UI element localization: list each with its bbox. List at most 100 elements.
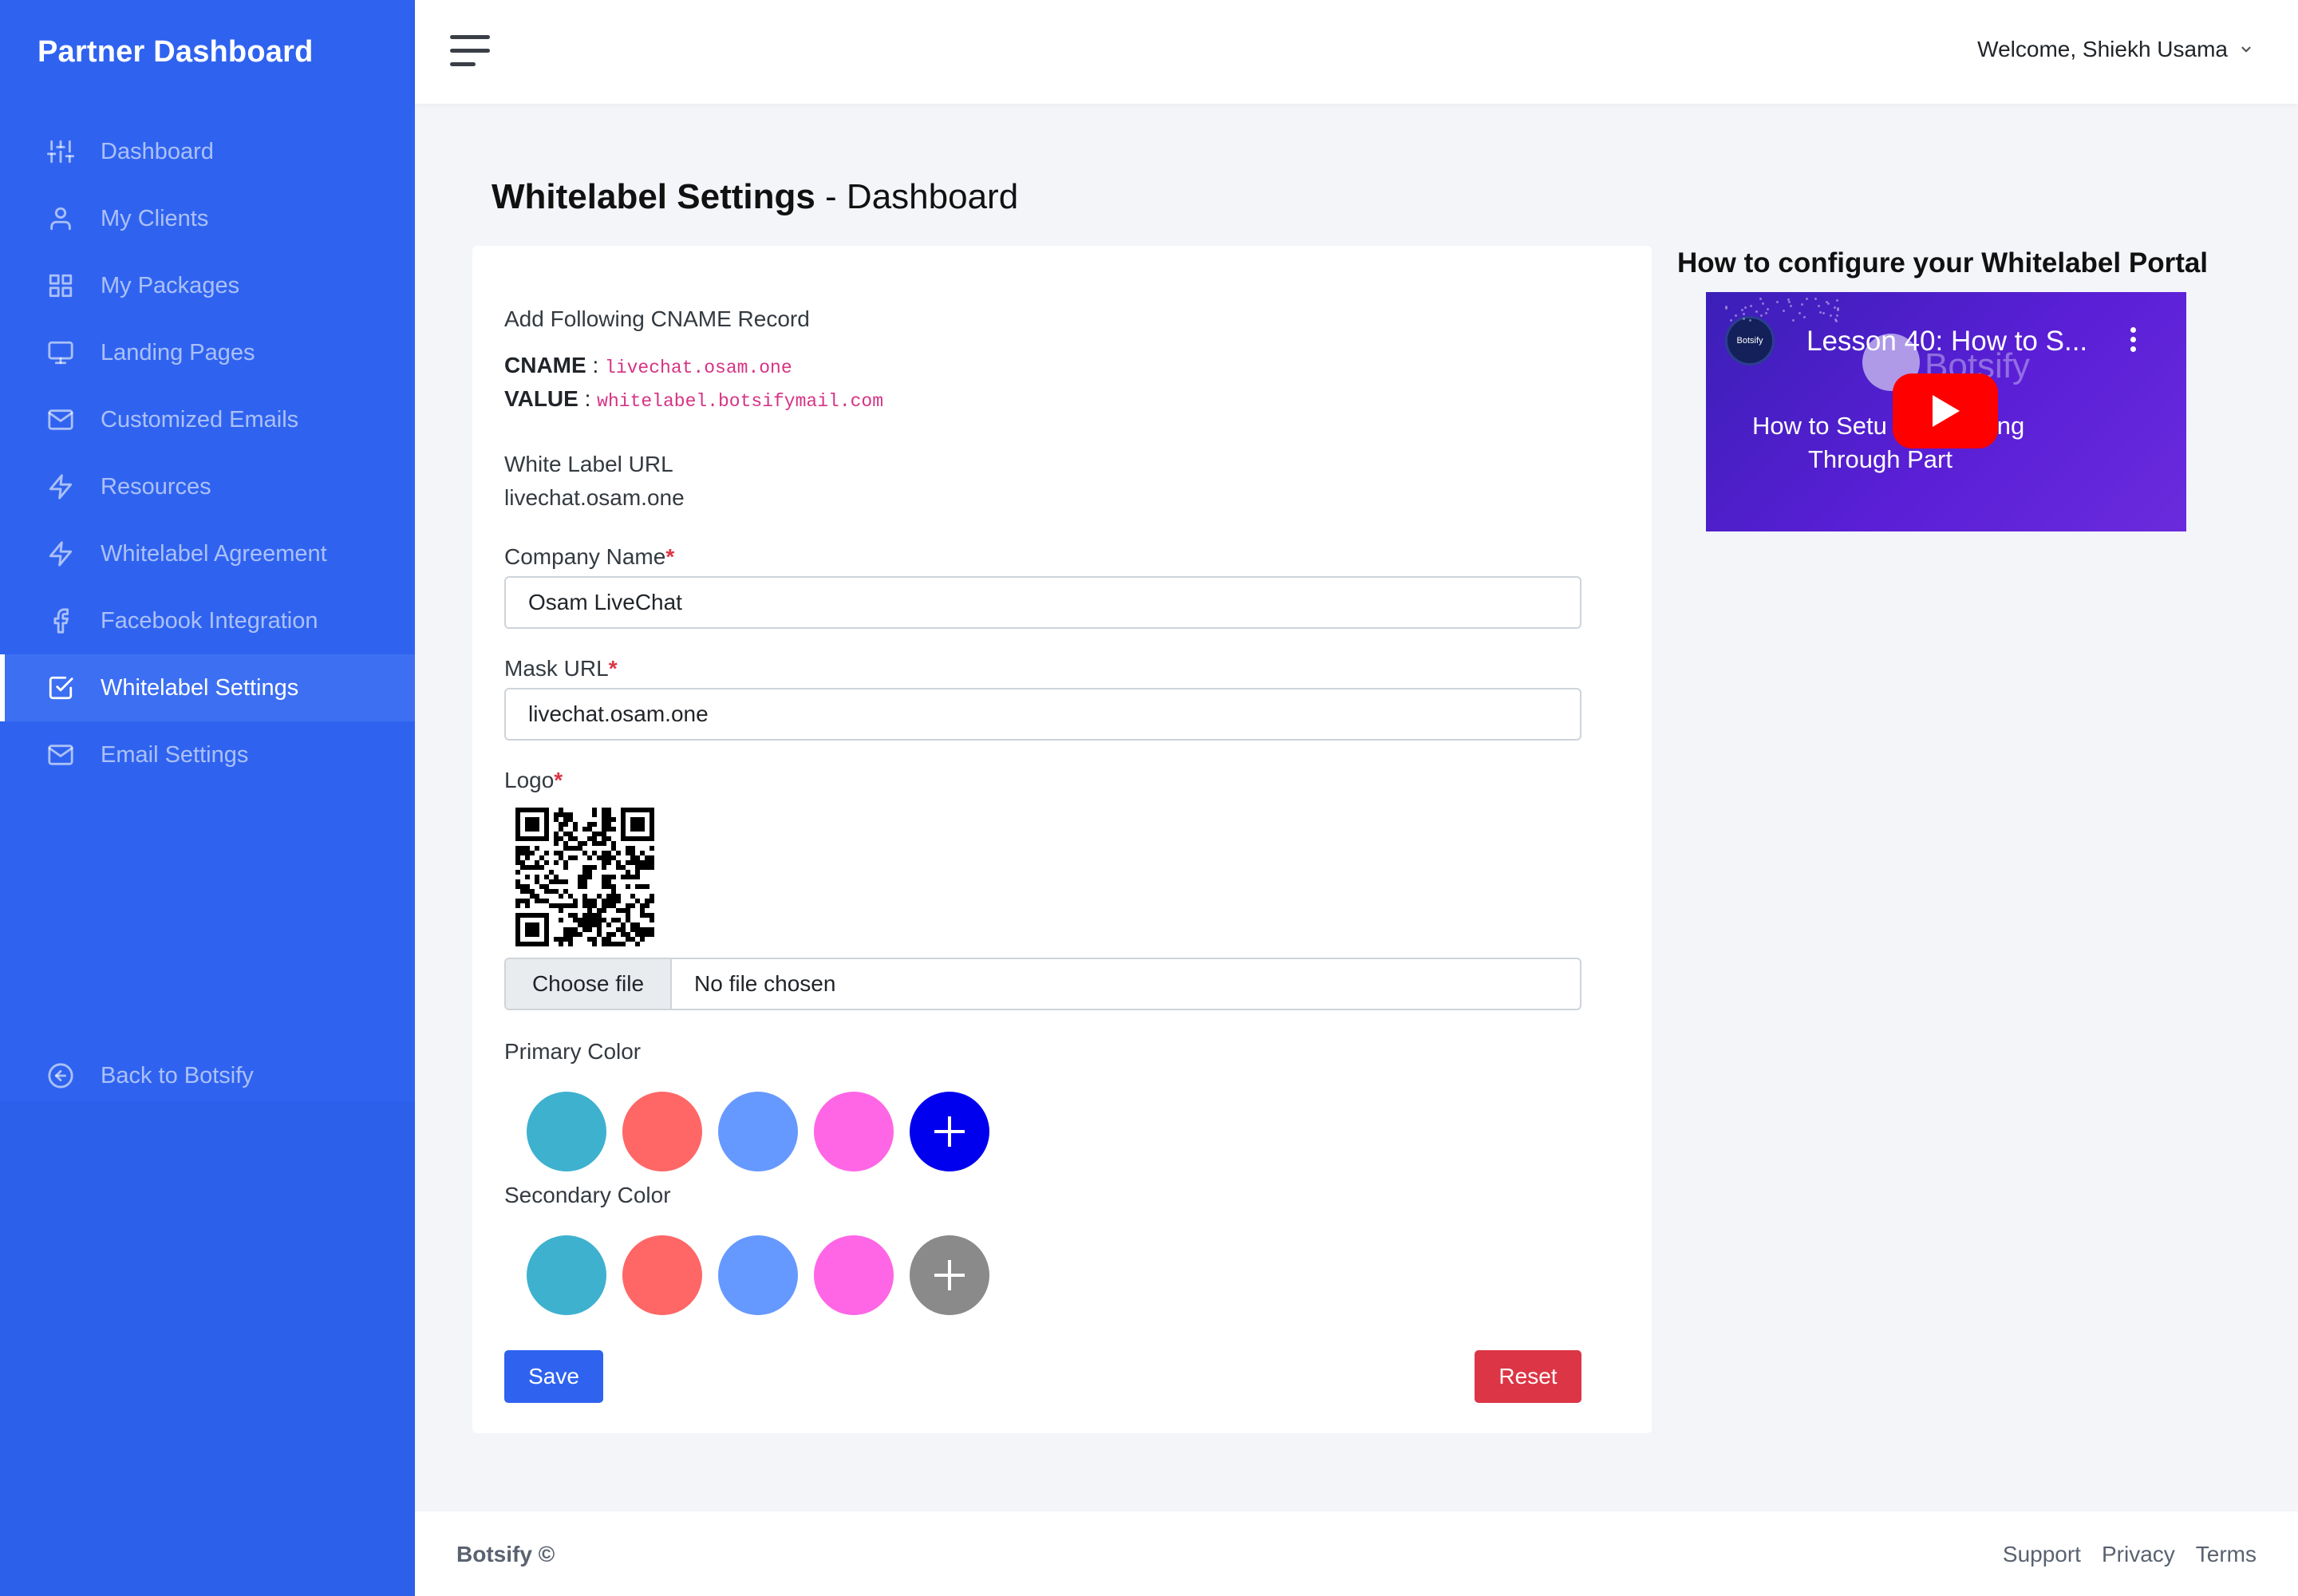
sidebar-item-dashboard[interactable]: Dashboard [0, 118, 415, 185]
video-decoration [1743, 312, 1745, 315]
whitelabel-settings-card: Add Following CNAME Record CNAME : livec… [472, 246, 1652, 1433]
logo-file-input[interactable]: Choose file No file chosen [504, 958, 1581, 1010]
sidebar: Partner Dashboard Dashboard My Clients M… [0, 0, 415, 1596]
video-decoration [1734, 314, 1737, 317]
value-value: whitelabel.botsifymail.com [597, 391, 884, 412]
video-decoration [1782, 309, 1785, 312]
video-decoration [1755, 310, 1758, 313]
primary-color-custom-color-button[interactable] [910, 1092, 989, 1171]
sidebar-item-label: My Packages [101, 272, 240, 298]
check-square-icon [46, 674, 75, 702]
sidebar-item-label: Resources [101, 473, 211, 500]
secondary-color-swatches [527, 1235, 989, 1315]
sidebar-item-whitelabel-settings[interactable]: Whitelabel Settings [0, 654, 415, 721]
secondary-color-swatch[interactable] [622, 1235, 702, 1315]
sidebar-item-label: Customized Emails [101, 406, 299, 433]
grid-icon [46, 271, 75, 300]
primary-color-swatch[interactable] [814, 1092, 894, 1171]
sidebar-item-label: Whitelabel Agreement [101, 540, 327, 567]
secondary-color-swatch[interactable] [718, 1235, 798, 1315]
sliders-icon [46, 137, 75, 166]
video-decoration [1818, 305, 1821, 308]
save-button[interactable]: Save [504, 1350, 603, 1403]
back-to-botsify-link[interactable]: Back to Botsify [0, 1042, 415, 1109]
channel-name: Botsify [1736, 336, 1763, 346]
sidebar-item-label: Facebook Integration [101, 607, 318, 634]
play-button-icon[interactable] [1893, 373, 1998, 448]
monitor-icon [46, 338, 75, 367]
video-title[interactable]: Lesson 40: How to S... [1806, 326, 2087, 358]
page-title: Whitelabel Settings - Dashboard [492, 177, 1018, 217]
video-decoration [1790, 304, 1793, 307]
footer-link-support[interactable]: Support [2003, 1542, 2081, 1567]
video-decoration [1819, 310, 1822, 314]
video-decoration [1744, 306, 1747, 310]
cname-label: CNAME [504, 353, 586, 377]
user-menu[interactable]: Welcome, Shiekh Usama [1977, 37, 2253, 62]
sidebar-item-label: Dashboard [101, 138, 214, 164]
sidebar-item-facebook-integration[interactable]: Facebook Integration [0, 587, 415, 654]
menu-toggle-icon[interactable] [450, 35, 490, 67]
page-title-suffix: - Dashboard [815, 177, 1019, 216]
video-decoration [1741, 308, 1743, 311]
cname-heading: Add Following CNAME Record [504, 306, 810, 331]
primary-color-swatch[interactable] [718, 1092, 798, 1171]
mask-url-input[interactable]: livechat.osam.one [504, 688, 1581, 741]
bolt-icon [46, 472, 75, 501]
value-label: VALUE [504, 386, 578, 411]
mask-url-label-text: Mask URL [504, 656, 609, 681]
reset-button[interactable]: Reset [1475, 1350, 1581, 1403]
secondary-color-custom-color-button[interactable] [910, 1235, 989, 1315]
video-decoration [1798, 311, 1801, 314]
chevron-down-icon [2241, 46, 2251, 53]
video-decoration [1822, 311, 1825, 314]
footer: Botsify © Support Privacy Terms [415, 1511, 2298, 1596]
facebook-icon [46, 606, 75, 635]
sidebar-item-my-clients[interactable]: My Clients [0, 185, 415, 252]
company-name-label: Company Name* [504, 544, 674, 570]
company-name-input[interactable]: Osam LiveChat [504, 576, 1581, 629]
video-decoration [1761, 302, 1764, 305]
plus-icon [934, 1116, 965, 1147]
logo-label: Logo* [504, 768, 563, 793]
sidebar-item-whitelabel-agreement[interactable]: Whitelabel Agreement [0, 520, 415, 587]
video-decoration [1767, 308, 1770, 311]
secondary-color-swatch[interactable] [814, 1235, 894, 1315]
footer-copyright: Botsify © [456, 1542, 555, 1566]
channel-avatar[interactable]: Botsify [1725, 316, 1775, 365]
white-label-url-link[interactable]: livechat.osam.one [504, 485, 685, 511]
sidebar-item-landing-pages[interactable]: Landing Pages [0, 319, 415, 386]
sidebar-item-back[interactable]: Back to Botsify [0, 1042, 415, 1109]
sidebar-item-customized-emails[interactable]: Customized Emails [0, 386, 415, 453]
footer-link-privacy[interactable]: Privacy [2102, 1542, 2175, 1567]
more-options-icon[interactable] [2130, 327, 2137, 356]
tutorial-video-player[interactable]: Botsify Botsify Lesson 40: How to S... H… [1706, 292, 2186, 531]
video-decoration [1759, 297, 1763, 300]
video-decoration [1759, 314, 1763, 317]
cname-row: CNAME : livechat.osam.one [504, 353, 792, 378]
video-decoration [1730, 319, 1733, 322]
sidebar-item-label: Landing Pages [101, 339, 255, 365]
video-decoration [1835, 314, 1838, 317]
secondary-color-swatch[interactable] [527, 1235, 606, 1315]
video-decoration [1724, 306, 1727, 310]
sidebar-item-email-settings[interactable]: Email Settings [0, 721, 415, 788]
brand-title[interactable]: Partner Dashboard [38, 35, 314, 69]
video-decoration [1835, 319, 1838, 322]
primary-color-swatch[interactable] [622, 1092, 702, 1171]
top-header: Welcome, Shiekh Usama [415, 0, 2298, 104]
required-mark: * [554, 768, 563, 792]
company-name-label-text: Company Name [504, 544, 666, 569]
choose-file-button[interactable]: Choose file [506, 959, 672, 1009]
primary-color-swatch[interactable] [527, 1092, 606, 1171]
sidebar-nav: Dashboard My Clients My Packages Landing… [0, 118, 415, 788]
video-decoration [1829, 314, 1832, 317]
footer-link-terms[interactable]: Terms [2196, 1542, 2257, 1567]
sidebar-item-resources[interactable]: Resources [0, 453, 415, 520]
value-row: VALUE : whitelabel.botsifymail.com [504, 386, 884, 412]
mail-icon [46, 405, 75, 434]
video-decoration [1835, 299, 1838, 302]
sidebar-item-label: My Clients [101, 205, 209, 231]
footer-links: Support Privacy Terms [2003, 1542, 2257, 1567]
sidebar-item-my-packages[interactable]: My Packages [0, 252, 415, 319]
